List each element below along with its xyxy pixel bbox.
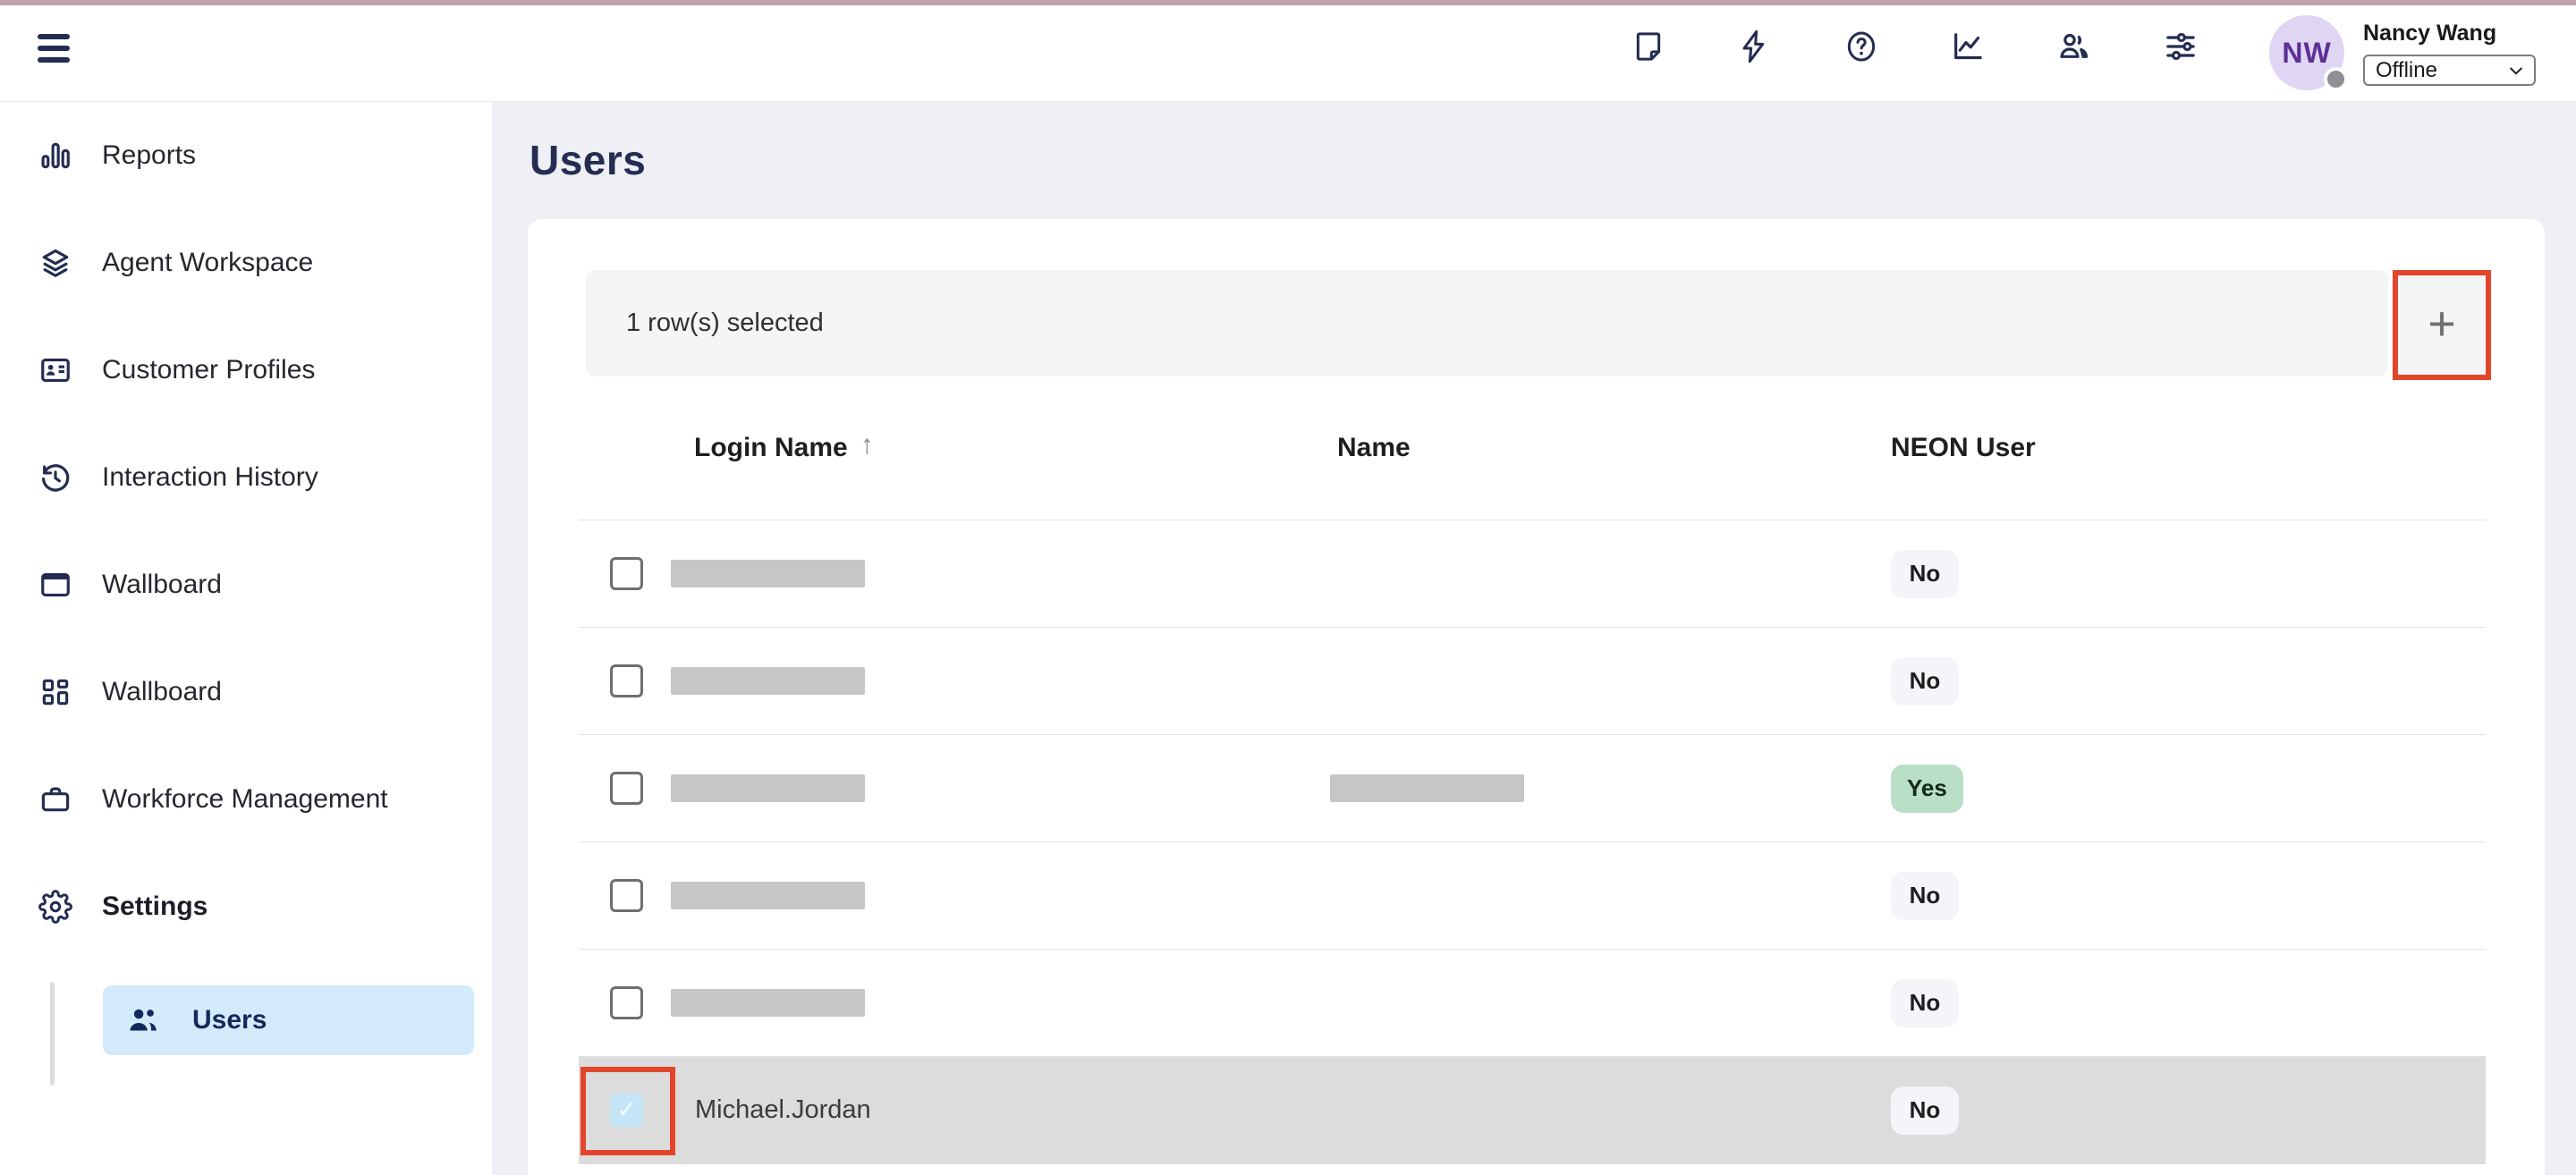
preferences-icon[interactable] [2163,29,2199,64]
sidebar-item-wallboard[interactable]: Wallboard [0,531,492,638]
hamburger-menu-icon[interactable] [38,29,77,68]
redacted-name [1330,774,1524,802]
redacted-login-name [671,882,865,909]
sort-asc-icon[interactable]: ↑ [860,430,874,461]
people-group-icon [124,1002,162,1039]
sidebar-item-settings[interactable]: Settings [0,853,492,960]
browser-window-icon [38,567,73,603]
history-clock-icon [38,460,73,495]
bar-chart-icon [38,138,73,173]
table-row-selected[interactable]: Michael.Jordan No [579,1057,2486,1164]
login-name-cell: Michael.Jordan [671,1095,871,1124]
help-icon[interactable] [1843,29,1879,64]
neon-user-badge: No [1891,550,1959,598]
status-dot-icon [2324,67,2348,91]
row-checkbox[interactable] [610,664,643,697]
redacted-login-name [671,560,865,588]
briefcase-icon [38,782,73,817]
users-table: Login Name ↑ Name NEON User No [579,376,2486,1164]
table-row[interactable]: No [579,628,2486,735]
contacts-icon[interactable] [2056,29,2092,64]
table-row[interactable]: No [579,950,2486,1057]
row-checkbox[interactable] [610,557,643,590]
neon-user-badge: No [1891,1086,1959,1135]
status-select-value: Offline [2376,58,2437,83]
column-header-name[interactable]: Name [1330,433,1869,463]
table-row[interactable]: No [579,520,2486,628]
sidebar-item-users[interactable]: Users [103,985,474,1055]
column-header-neon-user[interactable]: NEON User [1869,433,2486,463]
notes-icon[interactable] [1631,29,1666,64]
table-row[interactable]: Yes [579,735,2486,842]
table-row[interactable]: No [579,842,2486,950]
page-title: Users [530,136,646,184]
status-select[interactable]: Offline [2363,55,2536,86]
user-name: Nancy Wang [2363,21,2542,46]
redacted-login-name [671,774,865,802]
sidebar-navigation: Reports Agent Workspace Customer Profile… [0,102,492,1175]
user-avatar[interactable]: NW [2269,15,2344,90]
sidebar-item-workforce-management[interactable]: Workforce Management [0,746,492,853]
sidebar-item-label: Interaction History [102,462,318,493]
sidebar-item-label: Workforce Management [102,784,388,815]
dashboard-grid-icon [38,674,73,710]
neon-user-badge: No [1891,657,1959,706]
neon-user-badge: Yes [1891,765,1963,813]
sidebar-item-customer-profiles[interactable]: Customer Profiles [0,317,492,424]
sidebar-item-label: Users [192,1005,267,1036]
avatar-initials: NW [2282,37,2331,70]
analytics-icon[interactable] [1950,29,1986,64]
id-card-icon [38,352,73,388]
sidebar-item-interaction-history[interactable]: Interaction History [0,424,492,531]
sidebar-item-label: Reports [102,140,196,171]
column-header-login-name[interactable]: Login Name ↑ [671,433,1330,463]
neon-user-badge: No [1891,979,1959,1027]
quick-actions-icon[interactable] [1737,29,1773,64]
top-navigation-bar: NW Nancy Wang Offline [0,5,2576,102]
user-info-block: Nancy Wang Offline [2363,21,2542,86]
neon-user-badge: No [1891,872,1959,920]
redacted-login-name [671,667,865,695]
redacted-login-name [671,989,865,1017]
layers-icon [38,245,73,281]
gear-icon [38,889,73,925]
sidebar-item-label: Customer Profiles [102,355,315,385]
chevron-down-icon [2507,62,2525,80]
row-checkbox[interactable] [610,879,643,912]
add-user-button[interactable]: + [2393,270,2491,380]
sidebar-item-label: Settings [102,892,208,922]
topbar-icon-group [1631,29,2199,64]
table-header-row: Login Name ↑ Name NEON User [579,376,2486,520]
plus-icon: + [2428,300,2456,348]
sidebar-item-reports[interactable]: Reports [0,102,492,209]
sidebar-item-label: Wallboard [102,570,222,600]
sidebar-item-label: Wallboard [102,677,222,707]
row-checkbox[interactable] [610,986,643,1019]
sidebar-item-agent-workspace[interactable]: Agent Workspace [0,209,492,317]
row-checkbox[interactable] [610,772,643,805]
row-checkbox[interactable] [610,1094,643,1127]
users-table-card: 1 row(s) selected + Login Name ↑ Name NE… [528,219,2545,1175]
sidebar-item-label: Agent Workspace [102,248,313,278]
sidebar-item-wallboard-grid[interactable]: Wallboard [0,638,492,746]
selection-toolbar: 1 row(s) selected [586,270,2388,376]
subnav-rail [50,982,55,1086]
rows-selected-text: 1 row(s) selected [626,309,824,338]
application-window: NW Nancy Wang Offline Reports Agent Work… [0,0,2576,1175]
